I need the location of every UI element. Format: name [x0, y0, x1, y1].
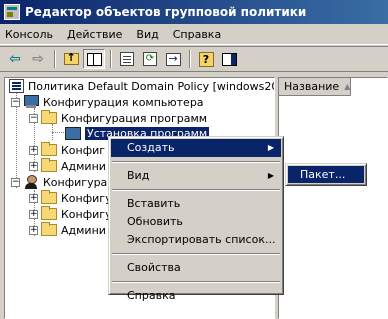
show-hide-action-pane-button[interactable]: [218, 49, 240, 69]
expand-icon[interactable]: +: [29, 225, 38, 235]
up-one-level-button[interactable]: [60, 49, 82, 69]
action-pane-icon: [221, 52, 237, 66]
tree-item-software-settings[interactable]: − Конфигурация программ: [29, 110, 207, 126]
tree-connector: [52, 132, 64, 133]
submenu-arrow-icon: ▶: [267, 143, 274, 152]
menu-separator: [112, 253, 280, 255]
tree-item-label: Конфигурация компьютера: [43, 95, 204, 109]
export-list-button[interactable]: [162, 49, 184, 69]
collapse-icon[interactable]: −: [11, 177, 20, 187]
export-list-icon: [165, 52, 181, 66]
collapse-icon[interactable]: −: [29, 113, 38, 123]
menu-separator: [112, 281, 280, 283]
help-icon: ?: [198, 51, 214, 67]
folder-icon: [41, 206, 57, 220]
menu-separator: [112, 189, 280, 191]
context-menu-label: Обновить: [127, 215, 183, 228]
submenu-package[interactable]: Пакет...: [288, 166, 364, 183]
context-menu-label: Свойства: [127, 261, 181, 274]
folder-icon: [41, 158, 57, 172]
sort-ascending-icon: ▲: [344, 82, 351, 91]
tree-item-label: Админи: [61, 159, 106, 173]
collapse-icon[interactable]: −: [11, 97, 20, 107]
context-menu: Создать ▶ Вид ▶ Вставить Обновить Экспор…: [108, 136, 284, 302]
title-bar: Редактор объектов групповой политики: [0, 0, 388, 24]
tree-item-label: Админи: [61, 223, 106, 237]
toolbar-separator: [189, 50, 191, 68]
context-menu-refresh[interactable]: Обновить: [111, 213, 281, 231]
context-menu-label: Вставить: [127, 197, 181, 210]
folder-open-icon: [41, 110, 57, 124]
menu-console[interactable]: Консоль: [0, 25, 60, 44]
context-menu-export-list[interactable]: Экспортировать список...: [111, 231, 281, 249]
column-header-label: Название: [284, 80, 340, 93]
tree-item-label: Конфигу: [61, 207, 112, 221]
window-title: Редактор объектов групповой политики: [25, 5, 307, 19]
new-submenu: Пакет...: [285, 163, 367, 186]
show-hide-tree-button[interactable]: [83, 49, 105, 69]
context-menu-view[interactable]: Вид ▶: [111, 167, 281, 185]
computer-icon: [23, 95, 39, 109]
context-menu-properties[interactable]: Свойства: [111, 259, 281, 277]
menu-help[interactable]: Справка: [166, 25, 228, 44]
folder-icon: [41, 142, 57, 156]
submenu-arrow-icon: ▶: [267, 171, 274, 180]
back-arrow-icon: ⇦: [9, 51, 21, 67]
context-menu-label: Вид: [127, 169, 150, 182]
context-menu-new[interactable]: Создать ▶: [111, 139, 281, 157]
console-tree-icon: [86, 52, 102, 66]
forward-button[interactable]: ⇨: [27, 49, 49, 69]
context-menu-label: Справка: [127, 289, 176, 302]
context-menu-label: Экспортировать список...: [127, 233, 276, 246]
column-header-name[interactable]: Название ▲: [279, 78, 351, 96]
tree-item-user-configuration[interactable]: − Конфигура: [11, 174, 107, 190]
tree-item-computer-configuration[interactable]: − Конфигурация компьютера: [11, 94, 204, 110]
properties-button[interactable]: [116, 49, 138, 69]
gpo-editor-app-icon: [4, 4, 20, 20]
help-button[interactable]: ?: [195, 49, 217, 69]
tree-item-root[interactable]: Политика Default Domain Policy [windows2…: [9, 78, 274, 94]
tree-item-label: Конфигурация программ: [61, 111, 208, 125]
menu-bar: Консоль Действие Вид Справка: [0, 24, 388, 45]
context-menu-paste[interactable]: Вставить: [111, 195, 281, 213]
folder-icon: [41, 190, 57, 204]
tree-item-user-administrative-templates[interactable]: + Админи: [29, 222, 106, 238]
expand-icon[interactable]: +: [29, 209, 38, 219]
refresh-button[interactable]: ⟳: [139, 49, 161, 69]
tree-item-label: Конфиг: [61, 143, 106, 157]
toolbar-separator: [110, 50, 112, 68]
tree-item-user-windows-settings[interactable]: + Конфигу: [29, 206, 112, 222]
menu-action[interactable]: Действие: [60, 25, 129, 44]
menu-separator: [112, 161, 280, 163]
toolbar-separator: [54, 50, 56, 68]
user-icon: [23, 174, 39, 190]
folder-up-icon: [63, 51, 79, 65]
folder-icon: [41, 222, 57, 236]
software-installation-icon: [65, 126, 81, 140]
expand-icon[interactable]: +: [29, 161, 38, 171]
menu-view[interactable]: Вид: [129, 25, 165, 44]
submenu-label: Пакет...: [300, 168, 346, 181]
tree-item-label: Конфигу: [61, 191, 112, 205]
refresh-icon: ⟳: [143, 52, 157, 66]
expand-icon[interactable]: +: [29, 193, 38, 203]
tree-item-label: Политика Default Domain Policy [windows2…: [28, 79, 274, 93]
forward-arrow-icon: ⇨: [32, 51, 44, 67]
tree-item-windows-settings[interactable]: + Конфиг: [29, 142, 105, 158]
tree-item-label: Конфигура: [43, 175, 108, 189]
properties-icon: [120, 52, 134, 66]
details-pane[interactable]: Название ▲: [278, 77, 388, 319]
tree-item-administrative-templates[interactable]: + Админи: [29, 158, 106, 174]
policy-icon: [9, 79, 24, 93]
context-menu-help[interactable]: Справка: [111, 287, 281, 305]
back-button[interactable]: ⇦: [4, 49, 26, 69]
expand-icon[interactable]: +: [29, 145, 38, 155]
context-menu-label: Создать: [127, 141, 175, 154]
tree-item-user-software-settings[interactable]: + Конфигу: [29, 190, 112, 206]
toolbar: ⇦ ⇨ ⟳ ?: [0, 46, 388, 72]
